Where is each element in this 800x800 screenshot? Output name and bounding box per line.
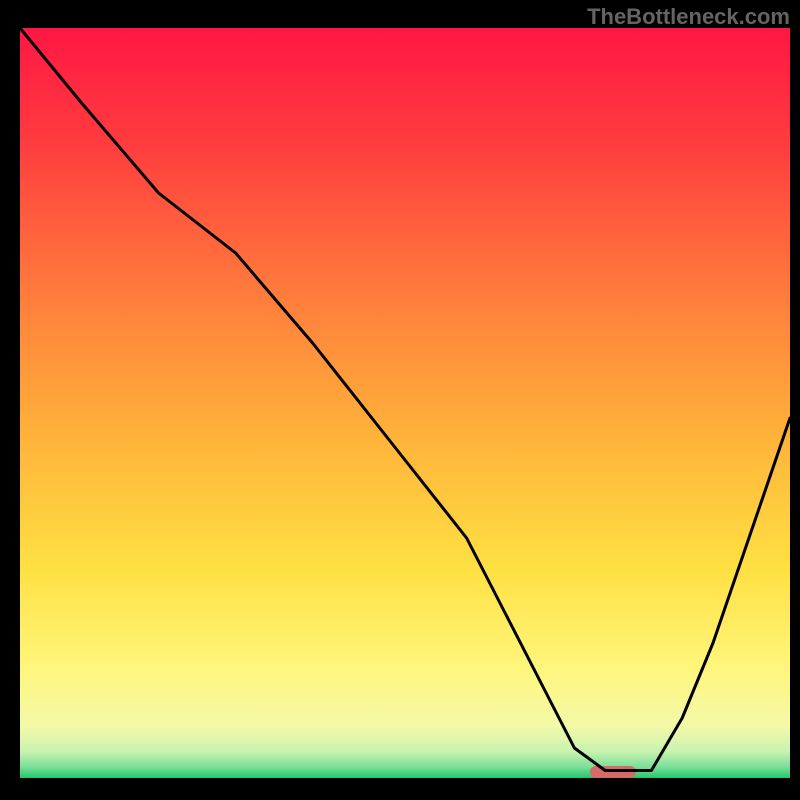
bottleneck-chart (0, 0, 800, 800)
watermark-text: TheBottleneck.com (587, 4, 790, 30)
chart-container: TheBottleneck.com (0, 0, 800, 800)
gradient-zone (20, 28, 790, 778)
